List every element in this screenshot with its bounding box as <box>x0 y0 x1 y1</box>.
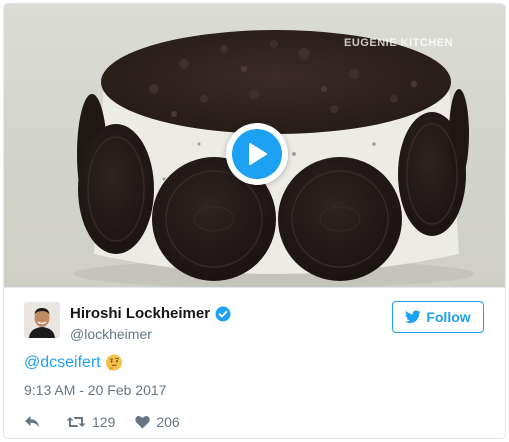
retweet-count: 129 <box>92 414 116 430</box>
media-divider <box>4 287 505 288</box>
mention-link[interactable]: @dcseifert <box>24 354 101 372</box>
retweet-button[interactable]: 129 <box>66 414 115 430</box>
reply-icon <box>25 416 39 428</box>
twitter-bird-icon <box>405 310 422 324</box>
tweet-actions: 129 206 <box>24 412 180 432</box>
play-button[interactable] <box>226 123 288 185</box>
thinking-face-icon <box>105 354 122 371</box>
author-name-text: Hiroshi Lockheimer <box>70 305 211 322</box>
like-count: 206 <box>156 414 180 430</box>
play-icon <box>249 143 267 165</box>
author-screen-name[interactable]: @lockheimer <box>70 326 152 342</box>
retweet-icon <box>66 417 86 427</box>
verified-badge-icon <box>215 306 231 321</box>
follow-button[interactable]: Follow <box>392 301 484 333</box>
author-display-name[interactable]: Hiroshi Lockheimer <box>70 305 231 322</box>
avatar[interactable] <box>24 302 60 338</box>
video-thumbnail[interactable]: EUGENIE KITCHEN <box>4 4 505 287</box>
play-button-circle <box>232 129 282 179</box>
reply-button[interactable] <box>24 415 40 429</box>
avatar-portrait <box>24 302 60 338</box>
tweet-card: EUGENIE KITCHEN Hiroshi Lockheimer @lock… <box>3 3 506 439</box>
tweet-text: @dcseifert <box>24 354 123 372</box>
video-watermark: EUGENIE KITCHEN <box>344 37 453 49</box>
follow-button-label: Follow <box>426 309 471 325</box>
heart-icon <box>135 415 151 429</box>
like-button[interactable]: 206 <box>135 414 180 430</box>
tweet-timestamp[interactable]: 9:13 AM - 20 Feb 2017 <box>24 382 166 398</box>
